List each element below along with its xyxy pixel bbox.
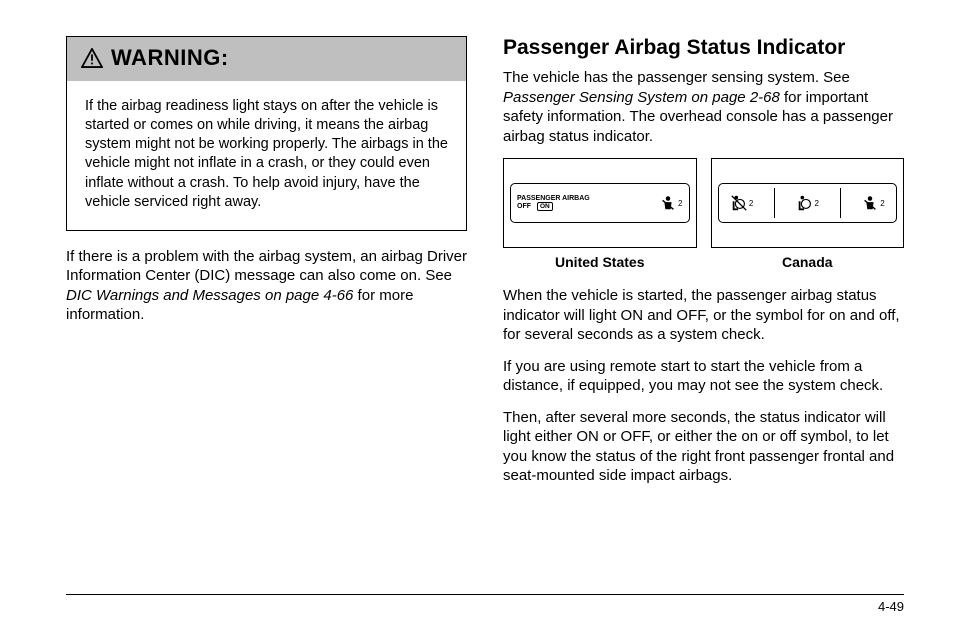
warning-box: WARNING: If the airbag readiness light s… (66, 36, 467, 231)
caption-row: United States Canada (503, 254, 904, 270)
right-p1: The vehicle has the passenger sensing sy… (503, 68, 904, 146)
left-paragraph: If there is a problem with the airbag sy… (66, 247, 467, 325)
left-p1-a: If there is a problem with the airbag sy… (66, 248, 467, 285)
caption-us: United States (503, 254, 697, 270)
airbag-off-icon (730, 194, 748, 212)
right-p2: When the vehicle is started, the passeng… (503, 286, 904, 345)
warning-body: If the airbag readiness light stays on a… (67, 81, 466, 230)
caption-ca: Canada (711, 254, 905, 270)
airbag-on-icon-cell: 2 (796, 194, 819, 212)
page-footer: 4-49 (66, 594, 904, 614)
airbag-on-icon (796, 194, 814, 212)
seatbelt-icon-cell: 2 (659, 194, 682, 212)
ind-sub-ca3: 2 (880, 199, 884, 208)
indicator-ca: 2 2 (711, 158, 905, 248)
right-p1-ref: Passenger Sensing System on page 2-68 (503, 89, 780, 106)
ind-on: ON (537, 202, 553, 211)
ind-sub-ca2: 2 (815, 199, 819, 208)
airbag-off-icon-cell: 2 (730, 194, 753, 212)
warning-triangle-icon (81, 48, 103, 68)
right-p4: Then, after several more seconds, the st… (503, 408, 904, 486)
page-number: 4-49 (878, 599, 904, 614)
warning-header: WARNING: (67, 37, 466, 81)
indicator-divider (774, 188, 775, 218)
right-column: Passenger Airbag Status Indicator The ve… (503, 36, 904, 561)
indicator-ca-inner: 2 2 (718, 183, 898, 223)
right-p3: If you are using remote start to start t… (503, 357, 904, 396)
warning-title: WARNING: (111, 45, 229, 71)
ind-line1: PASSENGER AIRBAG (517, 195, 653, 203)
section-title: Passenger Airbag Status Indicator (503, 36, 904, 60)
right-p1-a: The vehicle has the passenger sensing sy… (503, 69, 850, 86)
ind-sub-ca1: 2 (749, 199, 753, 208)
indicator-us-inner: PASSENGER AIRBAG OFF ON 2 (510, 183, 690, 223)
indicator-row: PASSENGER AIRBAG OFF ON 2 (503, 158, 904, 248)
indicator-us-text: PASSENGER AIRBAG OFF ON (517, 195, 653, 212)
seatbelt-person-icon (659, 194, 677, 212)
seatbelt-icon-cell-ca: 2 (861, 194, 884, 212)
indicator-us: PASSENGER AIRBAG OFF ON 2 (503, 158, 697, 248)
left-column: WARNING: If the airbag readiness light s… (66, 36, 467, 561)
left-p1-ref: DIC Warnings and Messages on page 4-66 (66, 287, 353, 304)
ind-sub: 2 (678, 199, 682, 208)
indicator-divider-2 (840, 188, 841, 218)
seatbelt-person-icon (861, 194, 879, 212)
ind-off: OFF (517, 203, 531, 211)
